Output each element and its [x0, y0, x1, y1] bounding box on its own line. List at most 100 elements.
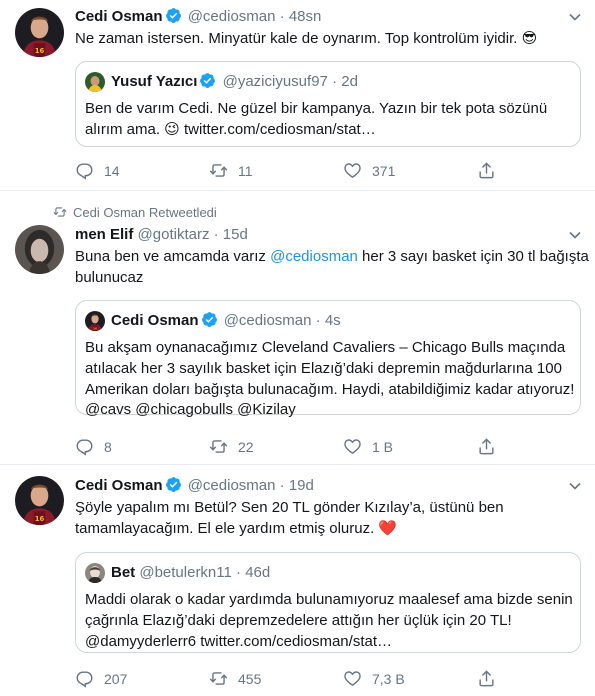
- reply-button[interactable]: 14: [75, 161, 120, 180]
- share-icon: [477, 161, 496, 180]
- verified-badge-icon: [165, 7, 182, 24]
- quote-header: Yusuf Yazıcı @yaziciyusuf97 · 2d: [111, 72, 358, 92]
- quote-avatar[interactable]: [85, 563, 105, 583]
- author-handle[interactable]: @cediosman: [188, 477, 276, 494]
- tweet-text-line: tamamlayacağım. El ele yardım etmiş olur…: [75, 519, 397, 539]
- heart-icon: [343, 161, 362, 180]
- quote-text-line: Ben de varım Cedi. Ne güzel bir kampanya…: [85, 100, 548, 117]
- retweet-count: 455: [238, 670, 262, 687]
- retweet-count: 22: [238, 438, 254, 455]
- avatar[interactable]: [15, 225, 64, 274]
- retweet-button[interactable]: 455: [209, 669, 261, 688]
- tweet-header: men Elif @gotiktarz · 15d: [75, 225, 248, 245]
- separator-dot: ·: [279, 477, 285, 494]
- tweet-text-fragment: tamamlayacağım. El ele yardım etmiş olur…: [75, 520, 398, 537]
- quote-avatar[interactable]: [85, 72, 105, 92]
- tweet-text-line: Buna ben ve amcamda varız @cediosman her…: [75, 247, 589, 267]
- author-name[interactable]: men Elif: [75, 226, 133, 243]
- reply-icon: [75, 161, 94, 180]
- reply-button[interactable]: 8: [75, 437, 112, 456]
- quoted-tweet[interactable]: Yusuf Yazıcı @yaziciyusuf97 · 2d Ben de …: [75, 61, 581, 147]
- quote-timestamp: 4s: [324, 312, 341, 329]
- author-name[interactable]: Cedi Osman: [75, 477, 163, 494]
- quote-header: Cedi Osman @cediosman · 4s: [111, 311, 341, 331]
- quote-author-handle: @yaziciyusuf97: [222, 73, 328, 90]
- separator-dot: ·: [236, 564, 242, 581]
- tweet-header: Cedi Osman @cediosman · 19d: [75, 476, 314, 496]
- verified-badge-icon: [201, 311, 218, 328]
- quote-timestamp: 46d: [245, 564, 271, 581]
- separator-dot: ·: [213, 226, 219, 243]
- avatar[interactable]: [15, 476, 64, 525]
- like-count: 371: [372, 162, 396, 179]
- avatar-image: [15, 8, 64, 57]
- like-count: 7,3 B: [372, 670, 405, 687]
- share-icon: [477, 437, 496, 456]
- retweet-button[interactable]: 11: [209, 161, 253, 180]
- retweet-context-text[interactable]: Cedi Osman Retweetledi: [73, 205, 217, 220]
- share-button[interactable]: [477, 437, 506, 456]
- separator-dot: ·: [315, 312, 321, 329]
- reply-count: 8: [104, 438, 112, 455]
- chevron-down-icon[interactable]: [568, 481, 582, 491]
- quote-avatar[interactable]: [85, 311, 105, 331]
- quote-text-line: çağrınla Elazığ’daki depremzedelere attı…: [85, 612, 512, 629]
- reply-button[interactable]: 207: [75, 669, 127, 688]
- author-handle[interactable]: @gotiktarz: [138, 226, 210, 243]
- timestamp[interactable]: 19d: [289, 477, 314, 494]
- tweet[interactable]: Cedi Osman @cediosman · 19d Şöyle yapalı…: [0, 466, 595, 696]
- timestamp[interactable]: 48sn: [289, 8, 322, 25]
- like-button[interactable]: 7,3 B: [343, 669, 405, 688]
- like-count: 1 B: [372, 438, 394, 455]
- reply-count: 207: [104, 670, 128, 687]
- avatar-image: [15, 476, 64, 525]
- author-handle[interactable]: @cediosman: [188, 8, 276, 25]
- tweet-text: Ne zaman istersen. Minyatür kale de oyna…: [75, 29, 537, 49]
- tweet-text-line: Şöyle yapalım mı Betül? Sen 20 TL gönder…: [75, 499, 504, 516]
- tweet-actions: 207 455 7,3 B: [75, 669, 581, 689]
- tweet-text-line: Ne zaman istersen. Minyatür kale de oyna…: [75, 30, 538, 47]
- tweet[interactable]: Cedi Osman Retweetledi men Elif @gotikta…: [0, 192, 595, 465]
- quote-text-line: Bu akşam oynanacağımız Cleveland Cavalie…: [85, 339, 566, 356]
- quote-text-line: @cavs @chicagobulls @Kizilay: [85, 401, 296, 418]
- chevron-down-icon[interactable]: [568, 12, 582, 22]
- retweet-count: 11: [238, 162, 253, 179]
- like-button[interactable]: 371: [343, 161, 395, 180]
- tweet-text-fragment: Buna ben ve amcamda varız: [75, 248, 271, 265]
- quote-author-handle: @betulerkn11: [139, 564, 232, 581]
- author-name[interactable]: Cedi Osman: [75, 8, 163, 25]
- heart-icon: [343, 437, 362, 456]
- share-button[interactable]: [477, 161, 506, 180]
- tweet-header: Cedi Osman @cediosman · 48sn: [75, 7, 321, 27]
- like-button[interactable]: 1 B: [343, 437, 393, 456]
- verified-badge-icon: [199, 72, 216, 89]
- tweet-text-line: bulunucaz: [75, 269, 144, 286]
- avatar-image: [15, 225, 64, 274]
- quoted-tweet[interactable]: Cedi Osman @cediosman · 4s Bu akşam oyna…: [75, 300, 581, 418]
- quote-text-fragment: alırım ama. 😉 twitter.com/cediosman/stat…: [85, 121, 376, 138]
- share-button[interactable]: [477, 669, 506, 688]
- quoted-tweet[interactable]: Bet @betulerkn11 · 46d Maddi olarak o ka…: [75, 552, 581, 653]
- separator-dot: ·: [279, 8, 285, 25]
- heart-icon: [343, 669, 362, 688]
- quote-author-name: Bet: [111, 564, 136, 581]
- quote-text-line: alırım ama. 😉 twitter.com/cediosman/stat…: [85, 119, 376, 140]
- quote-avatar-image: [85, 563, 105, 583]
- timestamp[interactable]: 15d: [223, 226, 248, 243]
- retweet-context: Cedi Osman Retweetledi: [53, 205, 217, 221]
- chevron-down-icon[interactable]: [568, 230, 582, 240]
- quote-author-name: Yusuf Yazıcı: [111, 73, 198, 90]
- quote-text-line: atılacak her 3 sayılık basket için Elazı…: [85, 360, 562, 377]
- retweet-icon: [209, 669, 228, 688]
- quote-text-line: Amerikan doları bağışta bulunacağım. Hay…: [85, 381, 575, 398]
- quote-author-name: Cedi Osman: [111, 312, 199, 329]
- retweet-icon: [53, 205, 67, 219]
- avatar[interactable]: [15, 8, 64, 57]
- retweet-button[interactable]: 22: [209, 437, 254, 456]
- tweet[interactable]: Cedi Osman @cediosman · 48sn Ne zaman is…: [0, 0, 595, 191]
- quote-timestamp: 2d: [341, 73, 358, 90]
- retweet-icon: [209, 437, 228, 456]
- verified-badge-icon: [165, 476, 182, 493]
- mention-link[interactable]: @cediosman: [270, 248, 358, 265]
- tweet-actions: 8 22 1 B: [75, 437, 581, 457]
